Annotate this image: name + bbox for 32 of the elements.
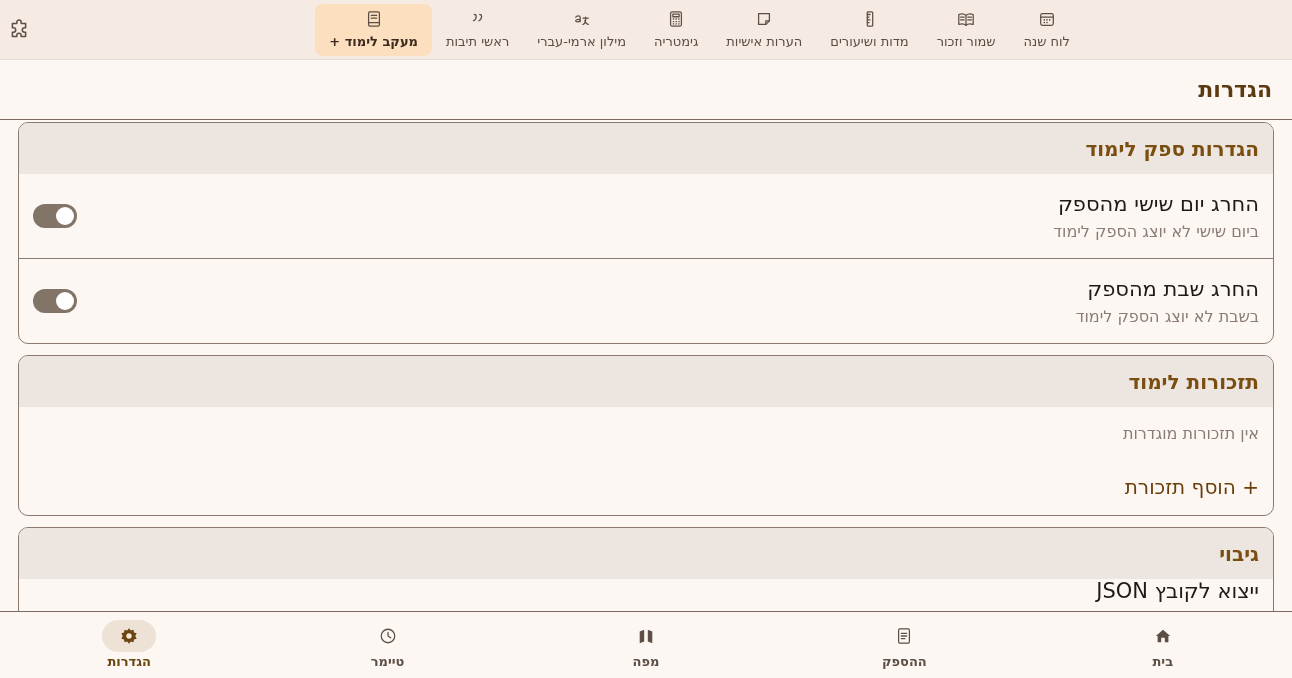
- setting-title: ייצוא לקובץ JSON: [1096, 580, 1259, 604]
- bottom-nav-tab[interactable]: הגדרות: [0, 612, 259, 678]
- page-title: הגדרות: [1198, 77, 1272, 102]
- bottom-nav-tab[interactable]: מפה: [516, 612, 776, 678]
- empty-message: אין תזכורות מוגדרות: [1122, 423, 1259, 443]
- calendar-icon: [1037, 10, 1056, 28]
- nav-tab[interactable]: הערות אישיות: [712, 3, 817, 56]
- toggle-switch[interactable]: [33, 289, 77, 313]
- bottom-nav-tab[interactable]: בית: [1033, 612, 1292, 678]
- clock-icon: [378, 627, 397, 645]
- nav-tab[interactable]: מדות ושיעורים: [816, 3, 923, 56]
- open-book-icon: [957, 10, 976, 28]
- section-title: גיבוי: [1219, 541, 1259, 566]
- setting-description: בשבת לא יוצג הספק לימוד: [1075, 306, 1259, 326]
- setting-title: החרג יום שישי מהספק: [1056, 191, 1259, 216]
- nav-tab[interactable]: גימטריה: [640, 3, 713, 56]
- nav-tab[interactable]: מילון ארמי-עברי: [523, 3, 641, 56]
- nav-tab[interactable]: שמור וזכור: [922, 3, 1010, 56]
- nav-tab[interactable]: ראשי תיבות: [432, 3, 524, 56]
- home-icon: [1153, 627, 1172, 645]
- settings-icon: [120, 627, 139, 645]
- setting-description: ביום שישי לא יוצג הספק לימוד: [1053, 221, 1259, 241]
- section-title: הגדרות ספק לימוד: [1085, 136, 1259, 161]
- section-title: תזכורות לימוד: [1128, 369, 1259, 394]
- bottom-nav-tab[interactable]: טיימר: [258, 612, 517, 678]
- toggle-switch[interactable]: [33, 204, 77, 228]
- setting-title: החרג שבת מהספק: [1086, 276, 1259, 301]
- bottom-nav-tab[interactable]: ההספק: [775, 612, 1034, 678]
- nav-tab[interactable]: מעקב לימוד +: [315, 3, 432, 56]
- map-icon: [637, 627, 655, 645]
- nav-tab[interactable]: לוח שנה: [1009, 3, 1084, 56]
- add-reminder-button[interactable]: + הוסף תזכורת: [1124, 475, 1259, 499]
